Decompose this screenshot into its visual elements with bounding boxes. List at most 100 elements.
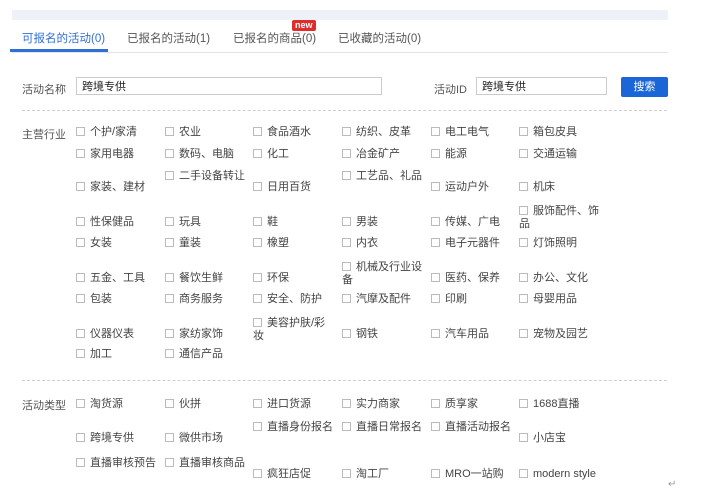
industry-option[interactable]: 宠物及园艺: [519, 328, 588, 341]
industry-option[interactable]: 加工: [76, 348, 112, 361]
checkbox[interactable]: [76, 127, 85, 136]
industry-option[interactable]: 男装: [342, 216, 378, 229]
checkbox[interactable]: [519, 127, 528, 136]
checkbox[interactable]: [76, 294, 85, 303]
industry-option[interactable]: 汽车用品: [431, 328, 489, 341]
industry-option[interactable]: 二手设备转让: [165, 170, 247, 183]
checkbox[interactable]: [519, 399, 528, 408]
checkbox[interactable]: [342, 422, 351, 431]
industry-option[interactable]: 机械及行业设备: [342, 261, 424, 287]
checkbox[interactable]: [165, 238, 174, 247]
industry-option[interactable]: 母婴用品: [519, 293, 577, 306]
activity-type-option[interactable]: 疯狂店促: [253, 468, 311, 481]
checkbox[interactable]: [431, 294, 440, 303]
checkbox[interactable]: [76, 273, 85, 282]
tab-favorite-activities[interactable]: 已收藏的活动(0): [338, 30, 421, 46]
industry-option[interactable]: 安全、防护: [253, 293, 322, 306]
search-button[interactable]: 搜索: [621, 77, 668, 97]
industry-option[interactable]: 餐饮生鲜: [165, 272, 223, 285]
checkbox[interactable]: [431, 399, 440, 408]
activity-type-option[interactable]: 小店宝: [519, 432, 566, 445]
industry-option[interactable]: 能源: [431, 148, 467, 161]
checkbox[interactable]: [253, 469, 262, 478]
industry-option[interactable]: 汽摩及配件: [342, 293, 411, 306]
checkbox[interactable]: [342, 399, 351, 408]
industry-option[interactable]: 童装: [165, 237, 201, 250]
checkbox[interactable]: [253, 182, 262, 191]
activity-type-option[interactable]: 淘货源: [76, 398, 123, 411]
checkbox[interactable]: [165, 349, 174, 358]
industry-option[interactable]: 内衣: [342, 237, 378, 250]
checkbox[interactable]: [431, 238, 440, 247]
activity-type-option[interactable]: 直播活动报名: [431, 421, 513, 434]
checkbox[interactable]: [253, 127, 262, 136]
activity-type-option[interactable]: 直播审核预告: [76, 457, 158, 470]
activity-type-option[interactable]: 淘工厂: [342, 468, 389, 481]
industry-option[interactable]: 灯饰照明: [519, 237, 577, 250]
industry-option[interactable]: 印刷: [431, 293, 467, 306]
checkbox[interactable]: [253, 399, 262, 408]
industry-option[interactable]: 纺织、皮革: [342, 126, 411, 139]
checkbox[interactable]: [253, 422, 262, 431]
checkbox[interactable]: [76, 399, 85, 408]
checkbox[interactable]: [76, 149, 85, 158]
checkbox[interactable]: [165, 294, 174, 303]
checkbox[interactable]: [342, 294, 351, 303]
industry-option[interactable]: 个护/家清: [76, 126, 137, 139]
industry-option[interactable]: 化工: [253, 148, 289, 161]
industry-option[interactable]: 农业: [165, 126, 201, 139]
checkbox[interactable]: [342, 127, 351, 136]
industry-option[interactable]: 医药、保养: [431, 272, 500, 285]
industry-option[interactable]: 环保: [253, 272, 289, 285]
checkbox[interactable]: [431, 469, 440, 478]
checkbox[interactable]: [342, 171, 351, 180]
checkbox[interactable]: [253, 238, 262, 247]
industry-option[interactable]: 橡塑: [253, 237, 289, 250]
checkbox[interactable]: [519, 238, 528, 247]
tab-available-activities[interactable]: 可报名的活动(0): [22, 30, 105, 46]
industry-option[interactable]: 电子元器件: [431, 237, 500, 250]
industry-option[interactable]: 包装: [76, 293, 112, 306]
checkbox[interactable]: [76, 349, 85, 358]
activity-type-option[interactable]: 跨境专供: [76, 432, 134, 445]
industry-option[interactable]: 家纺家饰: [165, 328, 223, 341]
checkbox[interactable]: [431, 127, 440, 136]
checkbox[interactable]: [253, 149, 262, 158]
checkbox[interactable]: [342, 262, 351, 271]
industry-option[interactable]: 仪器仪表: [76, 328, 134, 341]
industry-option[interactable]: 办公、文化: [519, 272, 588, 285]
checkbox[interactable]: [519, 469, 528, 478]
activity-name-input[interactable]: [76, 77, 382, 95]
tab-registered-products[interactable]: 已报名的商品(0): [233, 30, 316, 46]
checkbox[interactable]: [165, 171, 174, 180]
industry-option[interactable]: 通信产品: [165, 348, 223, 361]
checkbox[interactable]: [519, 329, 528, 338]
industry-option[interactable]: 食品酒水: [253, 126, 311, 139]
industry-option[interactable]: 女装: [76, 237, 112, 250]
checkbox[interactable]: [519, 149, 528, 158]
industry-option[interactable]: 钢铁: [342, 328, 378, 341]
activity-id-input[interactable]: [476, 77, 607, 95]
checkbox[interactable]: [253, 318, 262, 327]
checkbox[interactable]: [431, 149, 440, 158]
industry-option[interactable]: 商务服务: [165, 293, 223, 306]
industry-option[interactable]: 性保健品: [76, 216, 134, 229]
activity-type-option[interactable]: 直播日常报名: [342, 421, 424, 434]
checkbox[interactable]: [76, 217, 85, 226]
activity-type-option[interactable]: 质享家: [431, 398, 478, 411]
industry-option[interactable]: 电工电气: [431, 126, 489, 139]
checkbox[interactable]: [165, 399, 174, 408]
activity-type-option[interactable]: modern style: [519, 468, 596, 481]
checkbox[interactable]: [253, 217, 262, 226]
activity-type-option[interactable]: 微供市场: [165, 432, 223, 445]
checkbox[interactable]: [431, 422, 440, 431]
checkbox[interactable]: [342, 329, 351, 338]
checkbox[interactable]: [342, 217, 351, 226]
checkbox[interactable]: [165, 273, 174, 282]
industry-option[interactable]: 服饰配件、饰品: [519, 205, 601, 231]
checkbox[interactable]: [165, 458, 174, 467]
industry-option[interactable]: 工艺品、礼品: [342, 170, 424, 183]
activity-type-option[interactable]: 直播身份报名: [253, 421, 335, 434]
industry-option[interactable]: 日用百货: [253, 181, 311, 194]
industry-option[interactable]: 鞋: [253, 216, 278, 229]
